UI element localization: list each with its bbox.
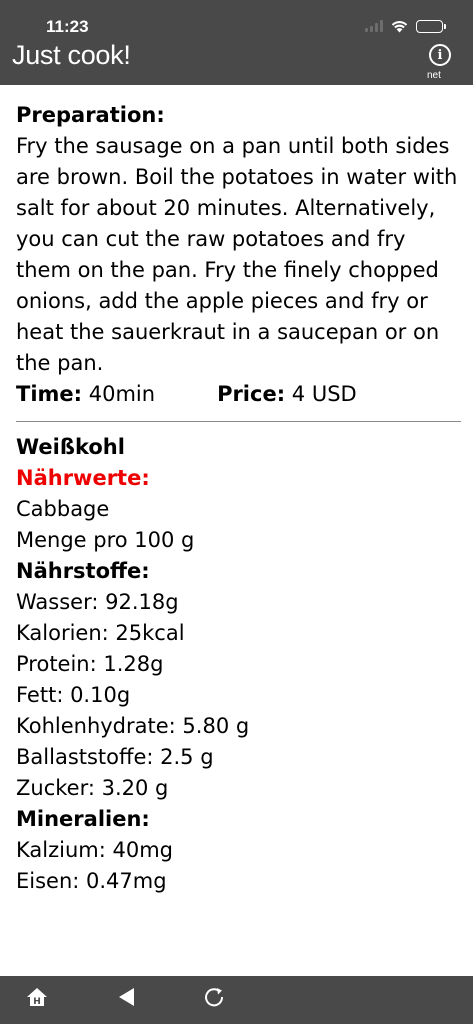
status-bar: 11:23 <box>0 0 473 40</box>
home-icon: H <box>27 988 47 1007</box>
time-info: Time: 40min <box>16 379 155 410</box>
price-label: Price: <box>217 382 286 406</box>
nutrients-heading: Nährwerte: <box>16 466 150 490</box>
mineral-item: Eisen: 0.47mg <box>16 869 167 893</box>
status-icons <box>365 18 446 34</box>
info-button[interactable]: i net <box>427 44 453 84</box>
nutrient-item: Fett: 0.10g <box>16 683 131 707</box>
battery-icon <box>416 19 446 33</box>
svg-text:H: H <box>33 997 41 1007</box>
preparation-text: Fry the sausage on a pan until both side… <box>16 134 458 375</box>
divider <box>16 421 461 422</box>
signal-icon <box>365 20 383 32</box>
nutrient-item: Kohlenhydrate: 5.80 g <box>16 714 250 738</box>
amount-note: Menge pro 100 g <box>16 528 195 552</box>
nutrient-item: Kalorien: 25kcal <box>16 621 185 645</box>
nutrient-item: Wasser: 92.18g <box>16 590 179 614</box>
wifi-icon <box>391 20 408 32</box>
time-value: 40min <box>88 382 156 406</box>
nutrient-item: Zucker: 3.20 g <box>16 776 169 800</box>
price-info: Price: 4 USD <box>217 379 357 410</box>
substances-heading: Nährstoffe: <box>16 559 150 583</box>
nutrient-item: Ballaststoffe: 2.5 g <box>16 745 214 769</box>
mineral-item: Kalzium: 40mg <box>16 838 173 862</box>
ingredient-name: Weißkohl <box>16 435 125 459</box>
recipe-content: Preparation: Fry the sausage on a pan un… <box>16 100 461 897</box>
ingredient-translation: Cabbage <box>16 497 110 521</box>
back-arrow-icon <box>119 988 134 1006</box>
bottom-toolbar: H <box>0 976 473 1024</box>
price-value: 4 USD <box>291 382 357 406</box>
minerals-heading: Mineralien: <box>16 807 150 831</box>
navigation-bar: Just cook! i net <box>0 40 473 85</box>
reload-button[interactable] <box>199 982 229 1012</box>
home-button[interactable]: H <box>22 982 52 1012</box>
status-time: 11:23 <box>46 17 89 36</box>
nutrient-item: Protein: 1.28g <box>16 652 164 676</box>
time-label: Time: <box>16 382 83 406</box>
app-title: Just cook! <box>12 40 131 70</box>
back-button[interactable] <box>111 982 141 1012</box>
preparation-heading: Preparation: <box>16 103 165 127</box>
info-icon: i <box>429 44 451 66</box>
info-label: net <box>427 70 441 81</box>
recipe-meta: Time: 40min Price: 4 USD <box>16 379 461 410</box>
reload-icon <box>205 988 224 1007</box>
